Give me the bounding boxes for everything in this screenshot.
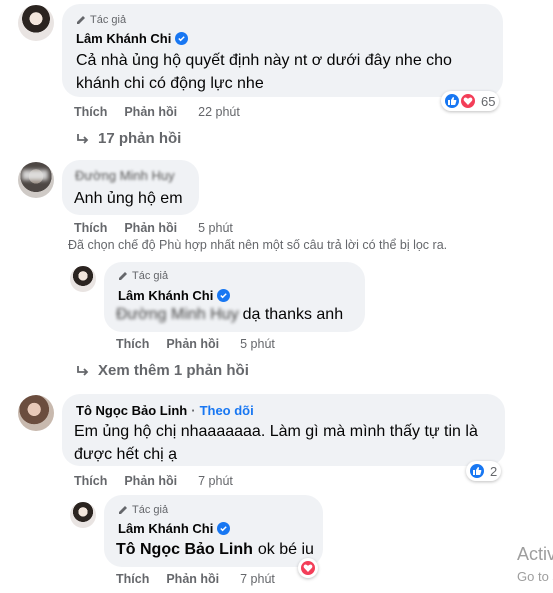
comment-time[interactable]: 7 phút bbox=[198, 474, 233, 488]
reaction-summary[interactable]: 65 bbox=[441, 91, 500, 111]
comment-text-line: khánh chi có động lực nhe bbox=[76, 75, 264, 92]
reply-actions: Thích Phản hồi 7 phút bbox=[116, 572, 275, 586]
view-replies-label[interactable]: 17 phản hồi bbox=[98, 130, 181, 147]
comment-actions: Thích Phản hồi 22 phút bbox=[74, 105, 240, 119]
like-button[interactable]: Thích bbox=[74, 474, 107, 488]
comment-author[interactable]: Lâm Khánh Chi bbox=[76, 31, 189, 46]
reaction-count: 2 bbox=[490, 463, 498, 479]
reply-button[interactable]: Phản hồi bbox=[124, 105, 177, 119]
mention-link[interactable]: Tô Ngọc Bảo Linh bbox=[116, 538, 253, 561]
reply-author[interactable]: Lâm Khánh Chi bbox=[118, 521, 231, 536]
like-button[interactable]: Thích bbox=[74, 105, 107, 119]
comment-time[interactable]: 5 phút bbox=[198, 221, 233, 235]
reply-arrow-icon bbox=[77, 133, 89, 144]
comment-text-line: Em ủng hộ chị nhaaaaaaa. Làm gì mà mình … bbox=[74, 423, 478, 440]
reaction-summary[interactable] bbox=[298, 558, 318, 578]
author-badge: Tác giả bbox=[118, 504, 168, 516]
reply-arrow-icon bbox=[77, 365, 89, 376]
reply-button[interactable]: Phản hồi bbox=[124, 474, 177, 488]
like-button[interactable]: Thích bbox=[116, 572, 149, 586]
activation-watermark-subtitle: Go to s bbox=[517, 569, 553, 584]
verified-badge-icon bbox=[175, 32, 189, 45]
mention-blurred[interactable]: Đường Minh Huy bbox=[116, 303, 239, 326]
author-name[interactable]: Lâm Khánh Chi bbox=[76, 31, 171, 46]
author-badge: Tác giả bbox=[118, 270, 168, 282]
see-more-replies-label[interactable]: Xem thêm 1 phản hồi bbox=[98, 362, 249, 379]
filter-notice: Đã chọn chế độ Phù hợp nhất nên một số c… bbox=[68, 238, 448, 252]
author-badge: Tác giả bbox=[76, 14, 126, 26]
reply-button[interactable]: Phản hồi bbox=[124, 221, 177, 235]
follow-button[interactable]: Theo dõi bbox=[200, 403, 254, 418]
comment-actions: Thích Phản hồi 5 phút bbox=[74, 221, 233, 235]
avatar[interactable] bbox=[18, 162, 54, 198]
comment-text-line: Cả nhà ủng hộ quyết định này nt ơ dưới đ… bbox=[76, 52, 452, 69]
love-reaction-icon bbox=[299, 559, 317, 577]
comment-actions: Thích Phản hồi 7 phút bbox=[74, 474, 233, 488]
comment-text: Anh ủng hộ em bbox=[74, 190, 183, 207]
author-badge-label: Tác giả bbox=[132, 504, 169, 516]
pencil-icon bbox=[119, 272, 127, 280]
verified-badge-icon bbox=[217, 522, 231, 535]
love-reaction-icon bbox=[459, 92, 477, 110]
author-name[interactable]: Lâm Khánh Chi bbox=[118, 521, 213, 536]
avatar[interactable] bbox=[18, 5, 54, 41]
reply-text: Tô Ngọc Bảo Linh ok bé iu bbox=[116, 538, 314, 561]
author-badge-label: Tác giả bbox=[90, 14, 127, 26]
like-reaction-icon bbox=[468, 462, 486, 480]
reaction-summary[interactable]: 2 bbox=[466, 461, 502, 481]
avatar[interactable] bbox=[18, 395, 54, 431]
like-button[interactable]: Thích bbox=[116, 337, 149, 351]
reply-time[interactable]: 7 phút bbox=[240, 572, 275, 586]
reaction-count: 65 bbox=[481, 93, 496, 109]
reply-actions: Thích Phản hồi 5 phút bbox=[116, 337, 275, 351]
reply-author[interactable]: Lâm Khánh Chi bbox=[118, 288, 231, 303]
reply-button[interactable]: Phản hồi bbox=[166, 337, 219, 351]
pencil-icon bbox=[119, 506, 127, 514]
author-name[interactable]: Tô Ngọc Bảo Linh bbox=[76, 403, 187, 418]
comment-author: Tô Ngọc Bảo Linh · Theo dõi bbox=[76, 403, 254, 418]
comment-text: Cả nhà ủng hộ quyết định này nt ơ dưới đ… bbox=[76, 49, 452, 95]
comment-text: Em ủng hộ chị nhaaaaaaa. Làm gì mà mình … bbox=[74, 420, 478, 466]
avatar[interactable] bbox=[70, 266, 96, 292]
reply-time[interactable]: 5 phút bbox=[240, 337, 275, 351]
see-more-replies-button[interactable]: Xem thêm 1 phản hồi bbox=[76, 362, 249, 379]
author-badge-label: Tác giả bbox=[132, 270, 169, 282]
avatar[interactable] bbox=[70, 502, 96, 528]
view-replies-button[interactable]: 17 phản hồi bbox=[76, 130, 181, 147]
comment-time[interactable]: 22 phút bbox=[198, 105, 240, 119]
pencil-icon bbox=[77, 16, 85, 24]
reply-button[interactable]: Phản hồi bbox=[166, 572, 219, 586]
activation-watermark-title: Activ bbox=[517, 544, 553, 564]
author-name[interactable]: Lâm Khánh Chi bbox=[118, 288, 213, 303]
reply-text-body: dạ thanks anh bbox=[242, 306, 344, 323]
comment-text-line: được hết chị ạ bbox=[74, 446, 178, 463]
like-button[interactable]: Thích bbox=[74, 221, 107, 235]
comment-author-blurred[interactable]: Đường Minh Huy bbox=[75, 168, 175, 183]
reply-text: Đường Minh Huy dạ thanks anh bbox=[116, 303, 343, 326]
verified-badge-icon bbox=[217, 289, 231, 302]
